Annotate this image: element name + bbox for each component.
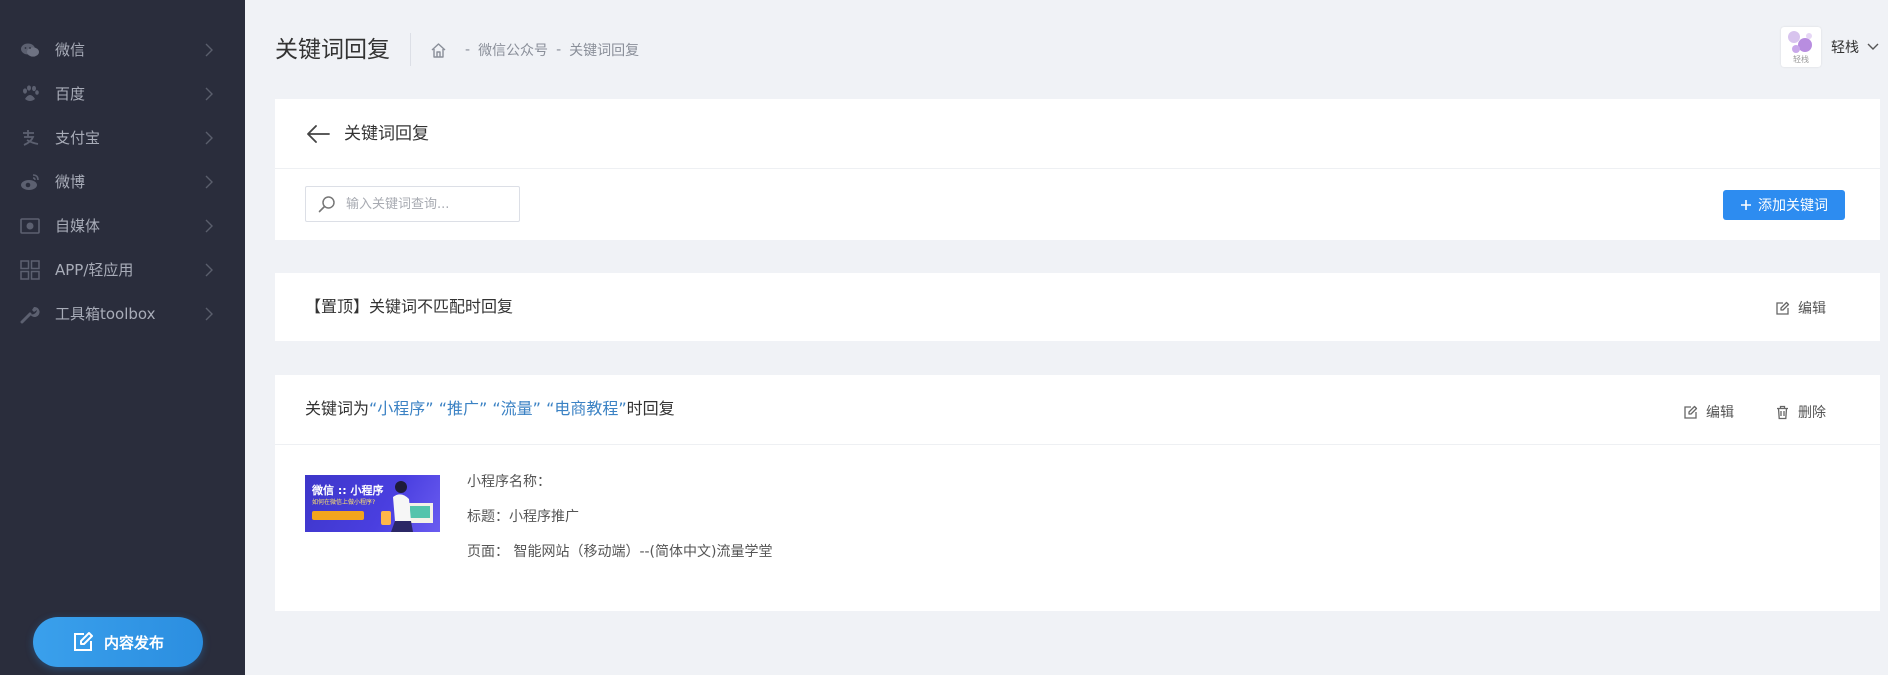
search-input[interactable] bbox=[346, 196, 506, 212]
keyword-tag: “流量” bbox=[492, 399, 541, 418]
edit-default-rule-button[interactable]: 编辑 bbox=[1775, 298, 1826, 318]
breadcrumb-item-wechat-oa[interactable]: 微信公众号 bbox=[478, 40, 548, 60]
chevron-right-icon bbox=[205, 175, 213, 189]
miniprogram-name-label: 小程序名称： bbox=[467, 474, 551, 490]
plus-icon bbox=[1741, 200, 1751, 210]
sidebar-item-label: APP/轻应用 bbox=[55, 261, 134, 279]
title-divider bbox=[410, 33, 411, 66]
chevron-right-icon bbox=[205, 87, 213, 101]
publish-button-label: 内容发布 bbox=[103, 633, 164, 652]
breadcrumb: - 微信公众号 - 关键词回复 bbox=[430, 40, 639, 60]
chevron-right-icon bbox=[205, 43, 213, 57]
add-keyword-label: 添加关键词 bbox=[1758, 198, 1828, 214]
sidebar-item-label: 微信 bbox=[55, 41, 86, 59]
edit-label: 编辑 bbox=[1706, 405, 1734, 421]
chevron-right-icon bbox=[205, 219, 213, 233]
panel-header: 关键词回复 bbox=[275, 99, 1880, 169]
person-illustration-icon bbox=[381, 481, 433, 532]
keyword-tag: “推广” bbox=[438, 399, 488, 418]
arrow-left-icon[interactable] bbox=[305, 121, 331, 147]
miniprogram-page-value: 智能网站（移动端）--(简体中文)流量学堂 bbox=[513, 544, 773, 560]
chevron-right-icon bbox=[205, 131, 213, 145]
sidebar-item-label: 工具箱toolbox bbox=[55, 305, 156, 323]
edit-rule-button[interactable]: 编辑 bbox=[1683, 402, 1734, 422]
user-menu[interactable]: 轻栈 轻栈 bbox=[1781, 27, 1879, 67]
search-box[interactable] bbox=[305, 186, 520, 222]
sidebar-item-label: 自媒体 bbox=[55, 217, 101, 235]
keyword-rule-card: 关键词为“小程序” “推广” “流量” “电商教程”时回复 编辑 删除 微信 :… bbox=[275, 375, 1880, 611]
miniprogram-page-label: 页面： bbox=[467, 544, 509, 560]
edit-icon bbox=[73, 632, 93, 651]
wechat-icon bbox=[21, 43, 39, 57]
sidebar-item-label: 支付宝 bbox=[55, 129, 101, 147]
keyword-rule-header: 关键词为“小程序” “推广” “流量” “电商教程”时回复 编辑 删除 bbox=[275, 375, 1880, 445]
edit-icon bbox=[1776, 301, 1790, 315]
miniprogram-name-row: 小程序名称： bbox=[467, 473, 551, 491]
miniprogram-title-label: 标题： bbox=[467, 509, 509, 525]
rule-suffix: 时回复 bbox=[626, 399, 675, 418]
thumbnail-badge bbox=[312, 511, 364, 520]
chevron-right-icon bbox=[205, 307, 213, 321]
edit-icon bbox=[1684, 405, 1698, 419]
delete-rule-button[interactable]: 删除 bbox=[1775, 402, 1826, 422]
sidebar-item-wechat[interactable]: 微信 bbox=[0, 28, 245, 72]
edit-label: 编辑 bbox=[1798, 301, 1826, 317]
keyword-panel: 关键词回复 添加关键词 bbox=[275, 99, 1880, 240]
chevron-right-icon bbox=[205, 263, 213, 277]
keyword-rule-title: 关键词为“小程序” “推广” “流量” “电商教程”时回复 bbox=[305, 398, 675, 420]
sidebar-item-app[interactable]: APP/轻应用 bbox=[0, 248, 245, 292]
paw-icon bbox=[23, 85, 39, 101]
sidebar-item-weibo[interactable]: 微博 bbox=[0, 160, 245, 204]
thumbnail-headline: 微信 :: 小程序 bbox=[312, 484, 384, 497]
page-title: 关键词回复 bbox=[275, 37, 390, 63]
delete-label: 删除 bbox=[1798, 405, 1826, 421]
breadcrumb-separator: - bbox=[465, 42, 471, 58]
media-icon bbox=[20, 218, 40, 234]
breadcrumb-item-current: 关键词回复 bbox=[569, 43, 640, 59]
miniprogram-title-row: 标题：小程序推广 bbox=[467, 508, 579, 526]
sidebar-item-label: 百度 bbox=[55, 85, 86, 103]
alipay-icon bbox=[23, 130, 39, 146]
miniprogram-page-row: 页面： 智能网站（移动端）--(简体中文)流量学堂 bbox=[467, 543, 772, 561]
weibo-icon bbox=[21, 174, 39, 190]
user-name: 轻栈 bbox=[1831, 40, 1859, 56]
avatar-text: 轻栈 bbox=[1793, 55, 1809, 64]
app-grid-icon bbox=[20, 260, 40, 280]
sidebar-item-label: 微博 bbox=[55, 173, 86, 191]
avatar: 轻栈 bbox=[1781, 27, 1821, 67]
miniprogram-thumbnail: 微信 :: 小程序 如何在微信上做小程序? bbox=[305, 475, 440, 532]
chevron-down-icon bbox=[1867, 43, 1879, 50]
search-icon bbox=[318, 196, 335, 213]
breadcrumb-separator: - bbox=[556, 42, 562, 58]
sidebar-item-alipay[interactable]: 支付宝 bbox=[0, 116, 245, 160]
panel-title: 关键词回复 bbox=[344, 124, 429, 144]
wrench-icon bbox=[20, 306, 40, 324]
home-icon[interactable] bbox=[430, 42, 447, 59]
default-rule-card: 【置顶】关键词不匹配时回复 编辑 bbox=[275, 273, 1880, 341]
keyword-tag: “电商教程” bbox=[546, 399, 627, 418]
sidebar-item-media[interactable]: 自媒体 bbox=[0, 204, 245, 248]
rule-prefix: 关键词为 bbox=[305, 399, 370, 418]
miniprogram-title-value: 小程序推广 bbox=[509, 509, 579, 525]
default-rule-title: 【置顶】关键词不匹配时回复 bbox=[305, 297, 514, 316]
sidebar-item-toolbox[interactable]: 工具箱toolbox bbox=[0, 292, 245, 336]
sidebar-item-baidu[interactable]: 百度 bbox=[0, 72, 245, 116]
sidebar: 微信 百度 支付宝 微博 自媒体 APP/轻应用 工具箱toolbox 内容发布 bbox=[0, 0, 245, 675]
publish-button[interactable]: 内容发布 bbox=[33, 617, 203, 667]
add-keyword-button[interactable]: 添加关键词 bbox=[1723, 190, 1845, 220]
keyword-tag: “小程序” bbox=[369, 399, 434, 418]
trash-icon bbox=[1777, 405, 1788, 419]
thumbnail-subline: 如何在微信上做小程序? bbox=[312, 499, 376, 506]
